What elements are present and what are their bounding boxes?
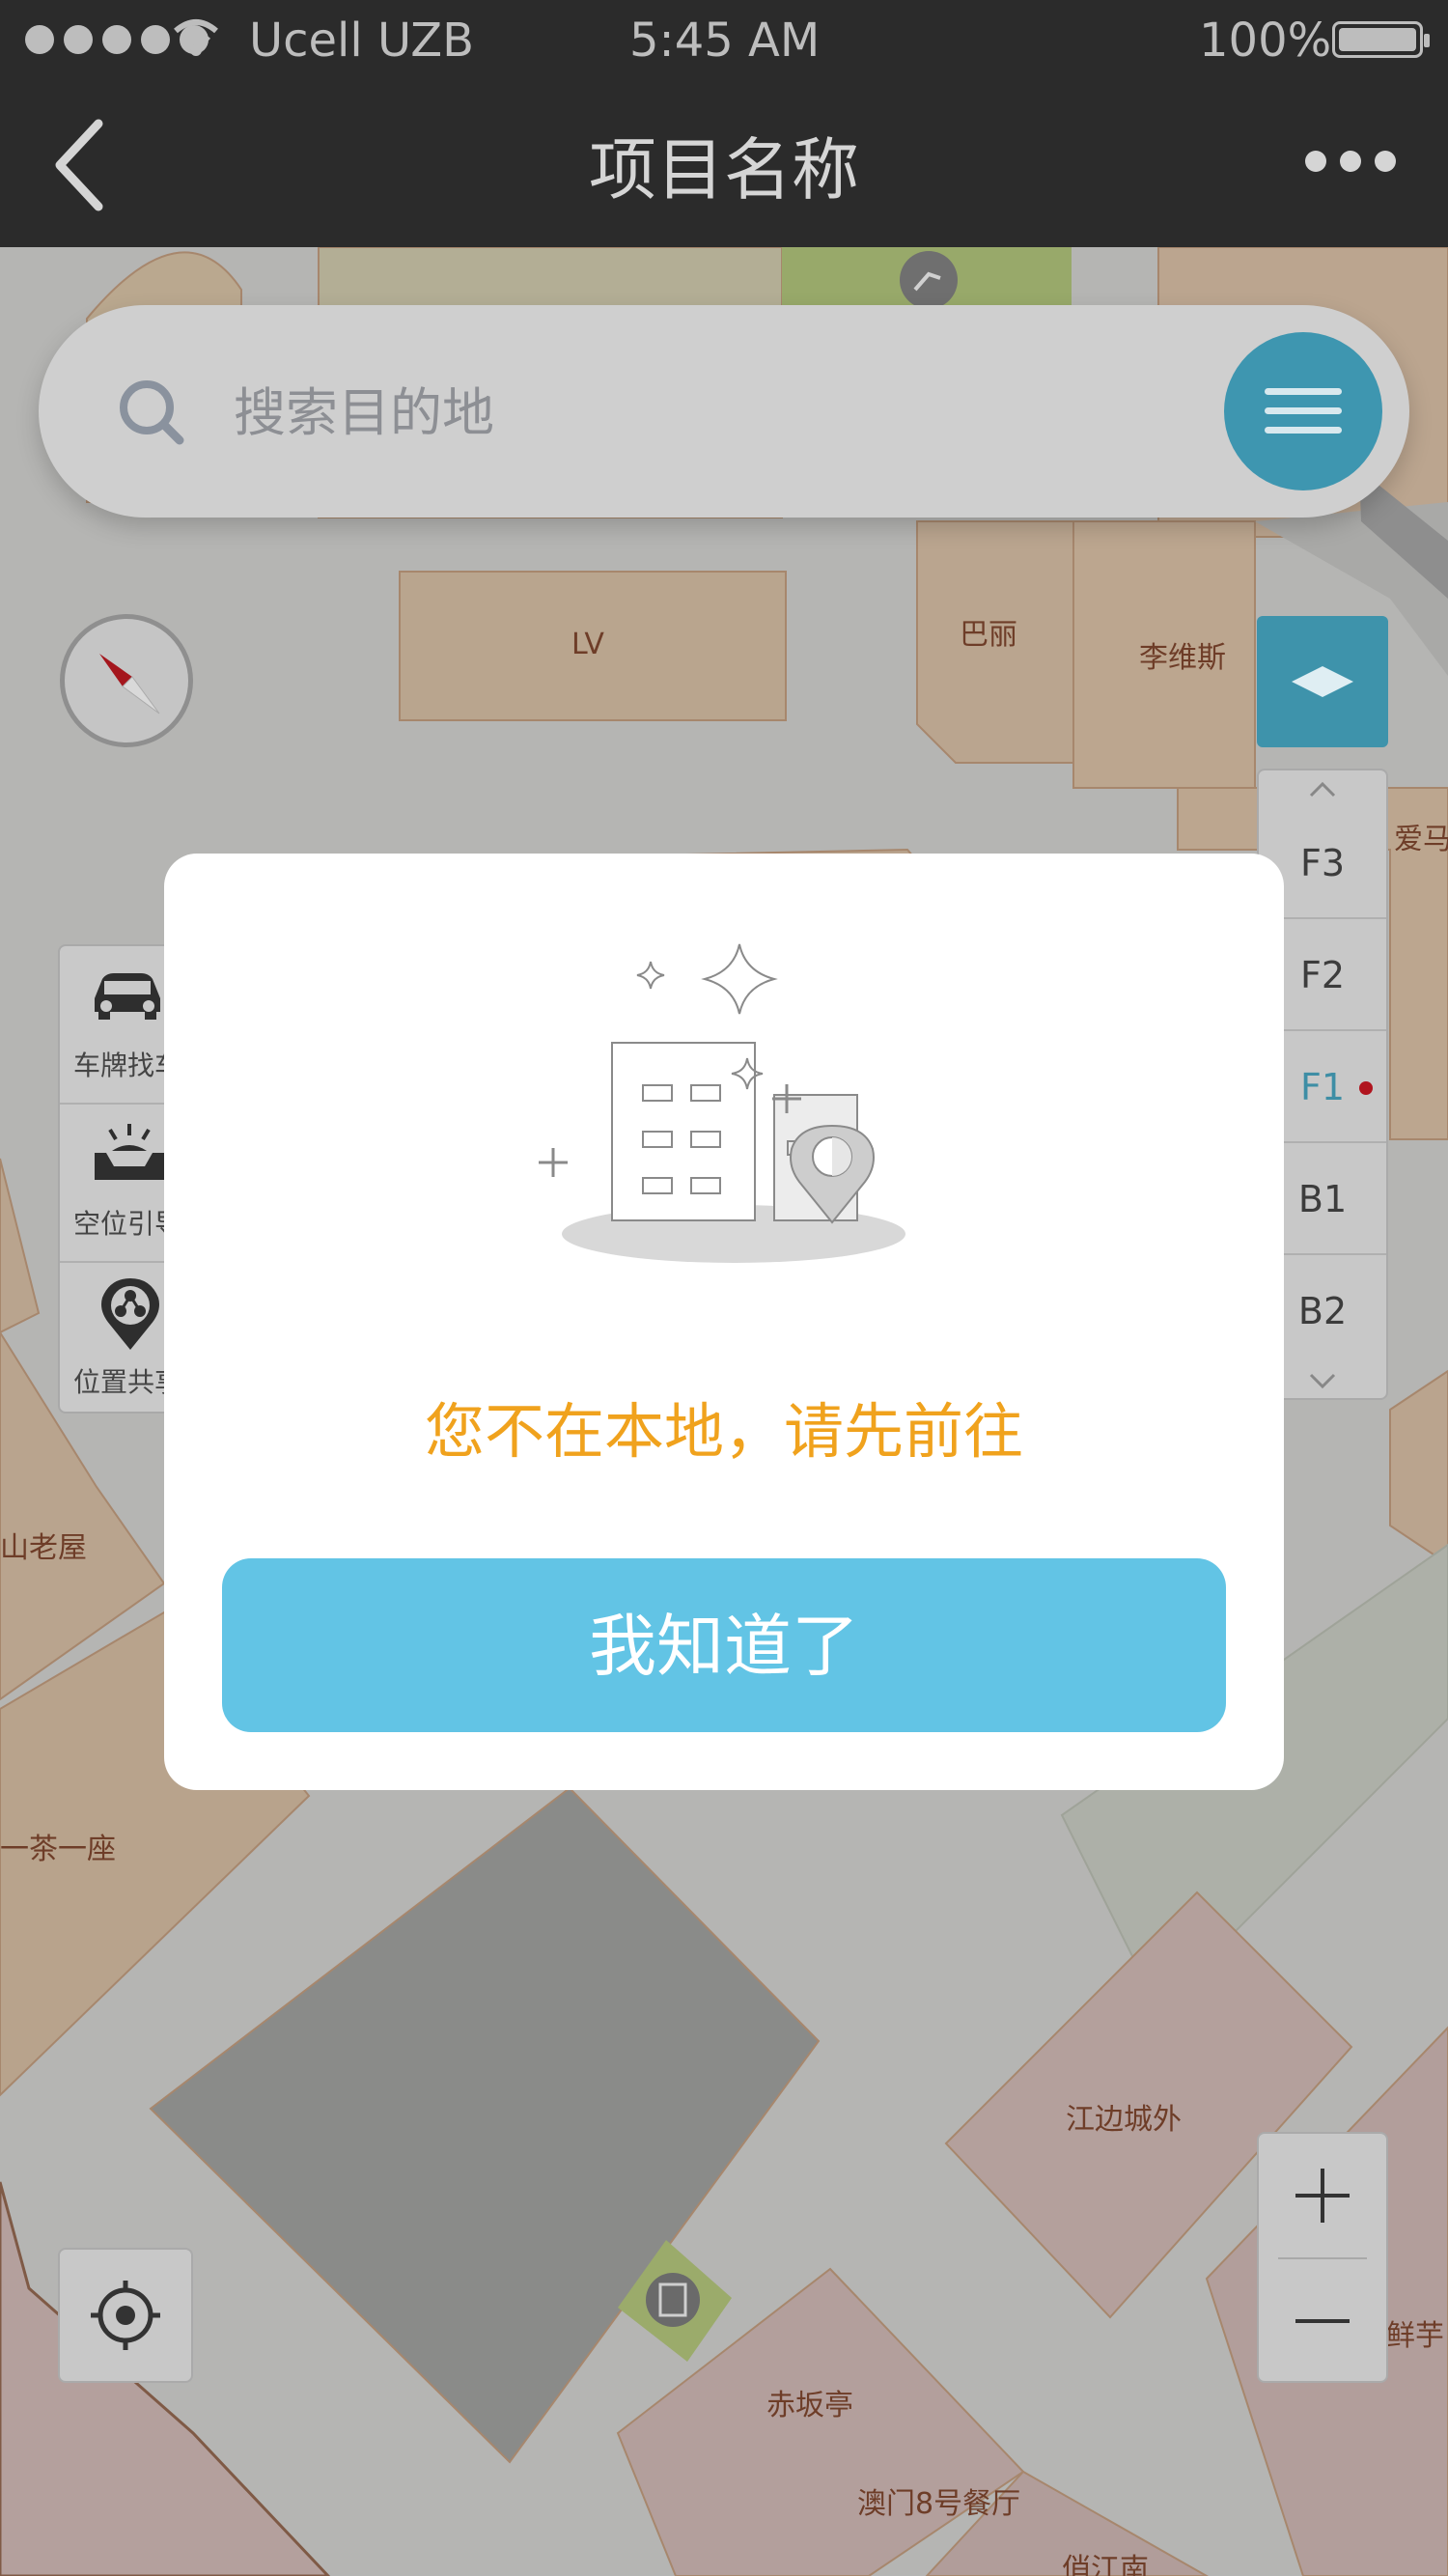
search-bar	[39, 305, 1409, 518]
parking-space-icon	[95, 1124, 164, 1180]
zoom-out-button[interactable]	[1259, 2259, 1386, 2383]
layer-diamond-icon	[1292, 666, 1353, 697]
dialog-message: 您不在本地，请先前往	[424, 1396, 1023, 1467]
more-dot-icon	[1375, 151, 1396, 172]
more-dot-icon	[1340, 151, 1361, 172]
menu-button[interactable]	[1224, 332, 1382, 490]
map-label-qiaojiangnan[interactable]: 俏江南	[1062, 2545, 1149, 2576]
map-label-aomen[interactable]: 澳门8号餐厅	[857, 2479, 1020, 2522]
search-input[interactable]	[232, 373, 1104, 452]
map-label-shanlaowu[interactable]: 山老屋	[0, 1524, 87, 1566]
compass-icon	[99, 654, 160, 714]
map-label-jiangbian[interactable]: 江边城外	[1066, 2095, 1182, 2138]
map-label-aima[interactable]: 爱马	[1394, 815, 1448, 857]
crosshair-icon	[91, 2281, 160, 2350]
locate-me-button[interactable]	[58, 2248, 193, 2383]
status-bar: Ucell UZB 5:45 AM 100%	[0, 0, 1448, 83]
location-share-icon	[101, 1278, 159, 1350]
chevron-down-icon[interactable]	[1307, 1371, 1338, 1390]
view-mode-toggle-button[interactable]	[1257, 616, 1388, 747]
zoom-in-button[interactable]	[1259, 2134, 1386, 2257]
menu-line-icon	[1265, 407, 1342, 414]
building-location-illustration	[539, 943, 905, 1263]
floor-label: F1	[1299, 1066, 1346, 1108]
not-local-dialog: 您不在本地，请先前往 我知道了	[164, 854, 1284, 1790]
map-label-yichayizuo[interactable]: 一茶一座	[0, 1825, 116, 1867]
current-floor-dot-icon	[1359, 1081, 1373, 1095]
navigation-bar: 项目名称	[0, 83, 1448, 247]
map-label-bali[interactable]: 巴丽	[960, 610, 1017, 653]
compass-button[interactable]	[60, 614, 193, 747]
zoom-controls	[1257, 2132, 1388, 2383]
menu-line-icon	[1265, 388, 1342, 395]
car-icon	[95, 973, 160, 1020]
map-label-xianyu[interactable]: 鲜芋	[1386, 2311, 1444, 2354]
carrier-name: Ucell UZB	[249, 14, 475, 68]
menu-line-icon	[1265, 427, 1342, 434]
confirm-button[interactable]: 我知道了	[222, 1558, 1226, 1732]
battery-percent: 100%	[1199, 14, 1332, 68]
search-icon	[120, 380, 184, 445]
map-label-liweisi[interactable]: 李维斯	[1139, 633, 1226, 676]
chevron-up-icon[interactable]	[1307, 780, 1338, 799]
clock: 5:45 AM	[629, 14, 821, 68]
map-label-lv[interactable]: LV	[571, 628, 604, 661]
battery-icon	[1332, 21, 1430, 58]
page-title: 项目名称	[589, 130, 859, 210]
wifi-icon	[174, 19, 218, 56]
map-label-chibanting[interactable]: 赤坂亭	[766, 2381, 853, 2423]
more-options-button[interactable]	[1305, 151, 1396, 172]
more-dot-icon	[1305, 151, 1326, 172]
